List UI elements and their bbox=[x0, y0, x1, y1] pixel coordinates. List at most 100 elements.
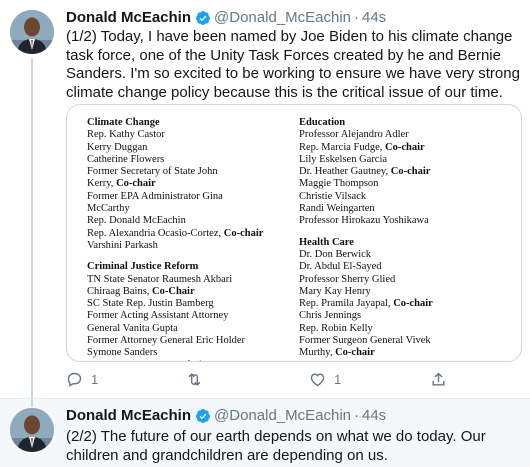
member-name: Murthy, bbox=[299, 347, 333, 359]
avatar-image bbox=[10, 408, 54, 452]
member-line: Professor Sherry Glied bbox=[299, 274, 519, 286]
member-role: Co-Chair bbox=[152, 285, 195, 297]
verified-badge-icon bbox=[196, 10, 211, 25]
member-name: Rep. Alexandria Ocasio-Cortez, bbox=[87, 227, 222, 239]
member-role: Co-chair bbox=[223, 227, 264, 239]
member-name: Rep. Marcia Fudge, bbox=[299, 141, 383, 153]
member-name: Professor Hirokazu Yoshikawa bbox=[299, 215, 429, 227]
member-line: Former Secretary of State John bbox=[87, 166, 297, 178]
member-name: Dr. Don Berwick bbox=[299, 248, 372, 260]
author-name[interactable]: Donald McEachin bbox=[66, 407, 191, 424]
separator: · bbox=[354, 407, 359, 424]
member-name: Maggie Thompson bbox=[299, 178, 379, 190]
tweet-actions: 1 1 bbox=[66, 371, 466, 391]
member-line: Professor Hirokazu Yoshikawa bbox=[299, 215, 519, 227]
member-name: Former Attorney General Eric Holder bbox=[87, 335, 246, 347]
member-name: Professor Alejandro Adler bbox=[299, 129, 409, 141]
tweet-text: (1/2) Today, I have been named by Joe Bi… bbox=[66, 28, 520, 101]
member-name: Rep. Robin Kelly bbox=[299, 322, 373, 334]
avatar[interactable] bbox=[10, 10, 54, 54]
member-role: Co-chair bbox=[393, 298, 433, 310]
member-line: Chiraag Bains, Co-Chair bbox=[87, 286, 297, 298]
task-force-section: Criminal Justice Reform TN State Senator … bbox=[87, 261, 297, 361]
member-name: Lily Eskelsen Garcia bbox=[299, 153, 388, 165]
member-name: Professor Sherry Glied bbox=[299, 273, 396, 285]
member-name: Rep. Donald McEachin bbox=[87, 215, 186, 227]
right-column: Education Professor Alejandro Adler Rep. M… bbox=[299, 117, 519, 361]
reply-button[interactable]: 1 bbox=[66, 371, 98, 388]
like-icon bbox=[310, 373, 325, 387]
member-name: Rep. Pramila Jayapal, bbox=[299, 298, 391, 310]
member-name: Mary Kay Henry bbox=[299, 285, 371, 297]
member-name: Former EPA Administrator Gina bbox=[87, 190, 223, 202]
share-icon bbox=[432, 372, 445, 386]
timestamp[interactable]: 44s bbox=[362, 407, 386, 424]
member-name: Former Secretary of State John bbox=[87, 166, 218, 178]
member-line: Rep. Kathy Castor bbox=[87, 129, 297, 141]
member-name: SC State Rep. Justin Bamberg bbox=[87, 298, 214, 310]
member-role: Co-chair bbox=[167, 360, 207, 361]
member-name: Chiraag Bains, bbox=[87, 285, 150, 297]
reply-count: 1 bbox=[91, 372, 99, 387]
task-force-list: Climate Change Rep. Kathy Castor Kerry Dug… bbox=[87, 117, 521, 361]
share-button[interactable] bbox=[430, 371, 447, 388]
author-name[interactable]: Donald McEachin bbox=[66, 9, 191, 26]
member-name: General Vanita Gupta bbox=[87, 322, 178, 334]
tweet-header: Donald McEachin @Donald_McEachin · 44s bbox=[66, 9, 386, 26]
member-line: Rep. Alexandria Ocasio-Cortez, Co-chair bbox=[87, 228, 297, 240]
author-handle[interactable]: @Donald_McEachin bbox=[214, 9, 351, 26]
task-force-section: Education Professor Alejandro Adler Rep. M… bbox=[299, 117, 519, 228]
member-name: Former Acting Assistant Attorney bbox=[87, 310, 229, 322]
like-button[interactable]: 1 bbox=[309, 371, 341, 388]
member-name: Dr. Abdul El-Sayed bbox=[299, 261, 382, 273]
member-name: Dr. Heather Gautney, bbox=[299, 166, 389, 178]
section-title: Climate Change bbox=[87, 117, 160, 128]
member-line: McCarthy bbox=[87, 203, 297, 215]
member-name: Rep. Kathy Castor bbox=[87, 129, 165, 141]
like-count: 1 bbox=[334, 372, 342, 387]
member-line: Catherine Flowers bbox=[87, 154, 297, 166]
member-role: Co-chair bbox=[335, 347, 375, 359]
member-line: Chris Jennings bbox=[299, 310, 519, 322]
task-force-section: Climate Change Rep. Kathy Castor Kerry Dug… bbox=[87, 117, 297, 252]
member-line: Rep. Bobby Scott, Co-chair bbox=[87, 360, 297, 361]
member-name: Kerry Duggan bbox=[87, 141, 148, 153]
tweet-header: Donald McEachin @Donald_McEachin · 44s bbox=[66, 407, 386, 424]
section-title: Health Care bbox=[299, 236, 354, 248]
member-line: Christie Vilsack bbox=[299, 191, 519, 203]
member-name: Varshini Parkash bbox=[87, 239, 158, 251]
member-line: Former Attorney General Eric Holder bbox=[87, 335, 297, 347]
member-name: Symone Sanders bbox=[87, 347, 158, 359]
member-line: Former EPA Administrator Gina bbox=[87, 191, 297, 203]
author-handle[interactable]: @Donald_McEachin bbox=[214, 407, 351, 424]
member-line: Kerry, Co-chair bbox=[87, 178, 297, 190]
member-line: TN State Senator Raumesh Akbari bbox=[87, 274, 297, 286]
member-line: Dr. Abdul El-Sayed bbox=[299, 261, 519, 273]
separator: · bbox=[354, 9, 359, 26]
member-name: TN State Senator Raumesh Akbari bbox=[87, 273, 233, 285]
avatar[interactable] bbox=[10, 408, 54, 452]
tweet-text: (2/2) The future of our earth depends on… bbox=[66, 428, 486, 464]
left-column: Climate Change Rep. Kathy Castor Kerry Dug… bbox=[87, 117, 297, 361]
tweet-1[interactable]: Donald McEachin @Donald_McEachin · 44s (… bbox=[0, 0, 530, 398]
member-role: Co-chair bbox=[385, 141, 425, 153]
avatar-image bbox=[10, 10, 54, 54]
member-name: Rep. Bobby Scott, bbox=[87, 360, 164, 361]
member-name: Kerry, bbox=[87, 178, 114, 190]
attached-image[interactable]: Climate Change Rep. Kathy Castor Kerry Dug… bbox=[66, 104, 522, 362]
member-line: Symone Sanders bbox=[87, 347, 297, 359]
thread-line-connector bbox=[31, 399, 33, 407]
member-name: Former Surgeon General Vivek bbox=[299, 335, 431, 347]
retweet-icon bbox=[188, 373, 201, 386]
member-line: Kerry Duggan bbox=[87, 142, 297, 154]
timestamp[interactable]: 44s bbox=[362, 9, 386, 26]
retweet-button[interactable] bbox=[186, 371, 211, 388]
member-name: Christie Vilsack bbox=[299, 190, 367, 202]
member-line: Mary Kay Henry bbox=[299, 286, 519, 298]
tweet-2[interactable]: Donald McEachin @Donald_McEachin · 44s (… bbox=[0, 398, 530, 467]
member-name: Catherine Flowers bbox=[87, 153, 165, 165]
member-line: Former Surgeon General Vivek bbox=[299, 335, 519, 347]
member-line: Maggie Thompson bbox=[299, 178, 519, 190]
section-title: Education bbox=[299, 117, 346, 128]
section-title: Criminal Justice Reform bbox=[87, 261, 199, 273]
